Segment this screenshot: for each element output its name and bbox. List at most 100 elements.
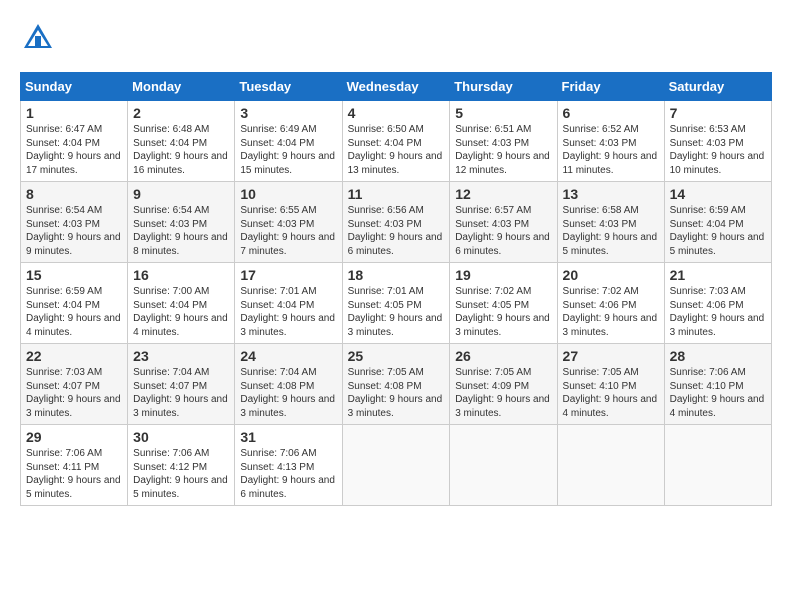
calendar-cell: 19 Sunrise: 7:02 AMSunset: 4:05 PMDayligh… bbox=[450, 263, 557, 344]
day-number: 27 bbox=[563, 348, 659, 364]
calendar-cell: 15 Sunrise: 6:59 AMSunset: 4:04 PMDayligh… bbox=[21, 263, 128, 344]
day-number: 19 bbox=[455, 267, 551, 283]
calendar-cell: 13 Sunrise: 6:58 AMSunset: 4:03 PMDayligh… bbox=[557, 182, 664, 263]
day-info: Sunrise: 6:47 AMSunset: 4:04 PMDaylight:… bbox=[26, 123, 122, 177]
calendar-cell: 25Sunrise: 7:05 AMSunset: 4:08 PMDayligh… bbox=[342, 344, 450, 425]
calendar-week-4: 22Sunrise: 7:03 AMSunset: 4:07 PMDayligh… bbox=[21, 344, 772, 425]
day-number: 17 bbox=[240, 267, 336, 283]
day-info: Sunrise: 6:53 AMSunset: 4:03 PMDaylight:… bbox=[670, 123, 766, 177]
day-number: 23 bbox=[133, 348, 229, 364]
day-number: 31 bbox=[240, 429, 336, 445]
calendar-cell: 11 Sunrise: 6:56 AMSunset: 4:03 PMDayligh… bbox=[342, 182, 450, 263]
day-info: Sunrise: 6:54 AMSunset: 4:03 PMDaylight:… bbox=[133, 204, 229, 258]
calendar-cell bbox=[557, 425, 664, 506]
calendar-cell: 3 Sunrise: 6:49 AMSunset: 4:04 PMDaylight… bbox=[235, 101, 342, 182]
day-info: Sunrise: 7:05 AMSunset: 4:10 PMDaylight:… bbox=[563, 366, 659, 420]
day-info: Sunrise: 6:58 AMSunset: 4:03 PMDaylight:… bbox=[563, 204, 659, 258]
day-number: 11 bbox=[348, 186, 445, 202]
calendar-week-3: 15 Sunrise: 6:59 AMSunset: 4:04 PMDayligh… bbox=[21, 263, 772, 344]
day-number: 6 bbox=[563, 105, 659, 121]
day-info: Sunrise: 7:06 AMSunset: 4:12 PMDaylight:… bbox=[133, 447, 229, 501]
day-info: Sunrise: 6:52 AMSunset: 4:03 PMDaylight:… bbox=[563, 123, 659, 177]
calendar-cell bbox=[450, 425, 557, 506]
day-number: 14 bbox=[670, 186, 766, 202]
day-number: 30 bbox=[133, 429, 229, 445]
calendar-cell: 14 Sunrise: 6:59 AMSunset: 4:04 PMDayligh… bbox=[664, 182, 771, 263]
calendar-table: SundayMondayTuesdayWednesdayThursdayFrid… bbox=[20, 72, 772, 506]
logo bbox=[20, 20, 62, 56]
calendar-header-row: SundayMondayTuesdayWednesdayThursdayFrid… bbox=[21, 73, 772, 101]
calendar-cell: 21 Sunrise: 7:03 AMSunset: 4:06 PMDayligh… bbox=[664, 263, 771, 344]
day-info: Sunrise: 7:05 AMSunset: 4:09 PMDaylight:… bbox=[455, 366, 551, 420]
calendar-cell: 10 Sunrise: 6:55 AMSunset: 4:03 PMDayligh… bbox=[235, 182, 342, 263]
calendar-cell: 7Sunrise: 6:53 AMSunset: 4:03 PMDaylight… bbox=[664, 101, 771, 182]
day-info: Sunrise: 6:54 AMSunset: 4:03 PMDaylight:… bbox=[26, 204, 122, 258]
calendar-cell bbox=[342, 425, 450, 506]
day-info: Sunrise: 6:50 AMSunset: 4:04 PMDaylight:… bbox=[348, 123, 445, 177]
calendar-cell: 24 Sunrise: 7:04 AMSunset: 4:08 PMDayligh… bbox=[235, 344, 342, 425]
calendar-week-5: 29Sunrise: 7:06 AMSunset: 4:11 PMDayligh… bbox=[21, 425, 772, 506]
day-number: 29 bbox=[26, 429, 122, 445]
day-number: 1 bbox=[26, 105, 122, 121]
day-number: 5 bbox=[455, 105, 551, 121]
day-header-tuesday: Tuesday bbox=[235, 73, 342, 101]
calendar-cell: 2Sunrise: 6:48 AMSunset: 4:04 PMDaylight… bbox=[128, 101, 235, 182]
day-number: 8 bbox=[26, 186, 122, 202]
day-number: 15 bbox=[26, 267, 122, 283]
day-info: Sunrise: 7:01 AMSunset: 4:04 PMDaylight:… bbox=[240, 285, 336, 339]
day-number: 4 bbox=[348, 105, 445, 121]
day-header-monday: Monday bbox=[128, 73, 235, 101]
day-info: Sunrise: 6:51 AMSunset: 4:03 PMDaylight:… bbox=[455, 123, 551, 177]
day-info: Sunrise: 7:05 AMSunset: 4:08 PMDaylight:… bbox=[348, 366, 445, 420]
day-number: 12 bbox=[455, 186, 551, 202]
calendar-cell: 8 Sunrise: 6:54 AMSunset: 4:03 PMDaylight… bbox=[21, 182, 128, 263]
day-info: Sunrise: 6:49 AMSunset: 4:04 PMDaylight:… bbox=[240, 123, 336, 177]
day-info: Sunrise: 6:59 AMSunset: 4:04 PMDaylight:… bbox=[670, 204, 766, 258]
day-info: Sunrise: 7:04 AMSunset: 4:07 PMDaylight:… bbox=[133, 366, 229, 420]
calendar-cell: 5 Sunrise: 6:51 AMSunset: 4:03 PMDaylight… bbox=[450, 101, 557, 182]
day-number: 13 bbox=[563, 186, 659, 202]
day-header-thursday: Thursday bbox=[450, 73, 557, 101]
calendar-cell bbox=[664, 425, 771, 506]
day-info: Sunrise: 7:00 AMSunset: 4:04 PMDaylight:… bbox=[133, 285, 229, 339]
day-info: Sunrise: 7:01 AMSunset: 4:05 PMDaylight:… bbox=[348, 285, 445, 339]
day-number: 22 bbox=[26, 348, 122, 364]
calendar-week-1: 1 Sunrise: 6:47 AMSunset: 4:04 PMDaylight… bbox=[21, 101, 772, 182]
calendar-cell: 20 Sunrise: 7:02 AMSunset: 4:06 PMDayligh… bbox=[557, 263, 664, 344]
day-number: 21 bbox=[670, 267, 766, 283]
day-info: Sunrise: 7:03 AMSunset: 4:06 PMDaylight:… bbox=[670, 285, 766, 339]
day-info: Sunrise: 7:04 AMSunset: 4:08 PMDaylight:… bbox=[240, 366, 336, 420]
calendar-cell: 12Sunrise: 6:57 AMSunset: 4:03 PMDayligh… bbox=[450, 182, 557, 263]
calendar-cell: 22Sunrise: 7:03 AMSunset: 4:07 PMDayligh… bbox=[21, 344, 128, 425]
day-info: Sunrise: 7:02 AMSunset: 4:05 PMDaylight:… bbox=[455, 285, 551, 339]
calendar-cell: 27 Sunrise: 7:05 AMSunset: 4:10 PMDayligh… bbox=[557, 344, 664, 425]
calendar-cell: 28Sunrise: 7:06 AMSunset: 4:10 PMDayligh… bbox=[664, 344, 771, 425]
calendar-cell: 16 Sunrise: 7:00 AMSunset: 4:04 PMDayligh… bbox=[128, 263, 235, 344]
calendar-cell: 26 Sunrise: 7:05 AMSunset: 4:09 PMDayligh… bbox=[450, 344, 557, 425]
calendar-week-2: 8 Sunrise: 6:54 AMSunset: 4:03 PMDaylight… bbox=[21, 182, 772, 263]
day-info: Sunrise: 6:56 AMSunset: 4:03 PMDaylight:… bbox=[348, 204, 445, 258]
calendar-cell: 29Sunrise: 7:06 AMSunset: 4:11 PMDayligh… bbox=[21, 425, 128, 506]
calendar-cell: 31 Sunrise: 7:06 AMSunset: 4:13 PMDayligh… bbox=[235, 425, 342, 506]
day-number: 16 bbox=[133, 267, 229, 283]
day-number: 24 bbox=[240, 348, 336, 364]
day-number: 3 bbox=[240, 105, 336, 121]
day-info: Sunrise: 6:59 AMSunset: 4:04 PMDaylight:… bbox=[26, 285, 122, 339]
day-number: 18 bbox=[348, 267, 445, 283]
day-number: 26 bbox=[455, 348, 551, 364]
calendar-cell: 4 Sunrise: 6:50 AMSunset: 4:04 PMDaylight… bbox=[342, 101, 450, 182]
day-number: 20 bbox=[563, 267, 659, 283]
day-info: Sunrise: 7:06 AMSunset: 4:13 PMDaylight:… bbox=[240, 447, 336, 501]
day-info: Sunrise: 6:48 AMSunset: 4:04 PMDaylight:… bbox=[133, 123, 229, 177]
calendar-cell: 17 Sunrise: 7:01 AMSunset: 4:04 PMDayligh… bbox=[235, 263, 342, 344]
page-header bbox=[20, 20, 772, 56]
calendar-cell: 23 Sunrise: 7:04 AMSunset: 4:07 PMDayligh… bbox=[128, 344, 235, 425]
day-number: 9 bbox=[133, 186, 229, 202]
day-header-wednesday: Wednesday bbox=[342, 73, 450, 101]
day-number: 10 bbox=[240, 186, 336, 202]
day-info: Sunrise: 6:55 AMSunset: 4:03 PMDaylight:… bbox=[240, 204, 336, 258]
calendar-cell: 6 Sunrise: 6:52 AMSunset: 4:03 PMDaylight… bbox=[557, 101, 664, 182]
calendar-cell: 1 Sunrise: 6:47 AMSunset: 4:04 PMDaylight… bbox=[21, 101, 128, 182]
day-info: Sunrise: 7:02 AMSunset: 4:06 PMDaylight:… bbox=[563, 285, 659, 339]
day-header-sunday: Sunday bbox=[21, 73, 128, 101]
